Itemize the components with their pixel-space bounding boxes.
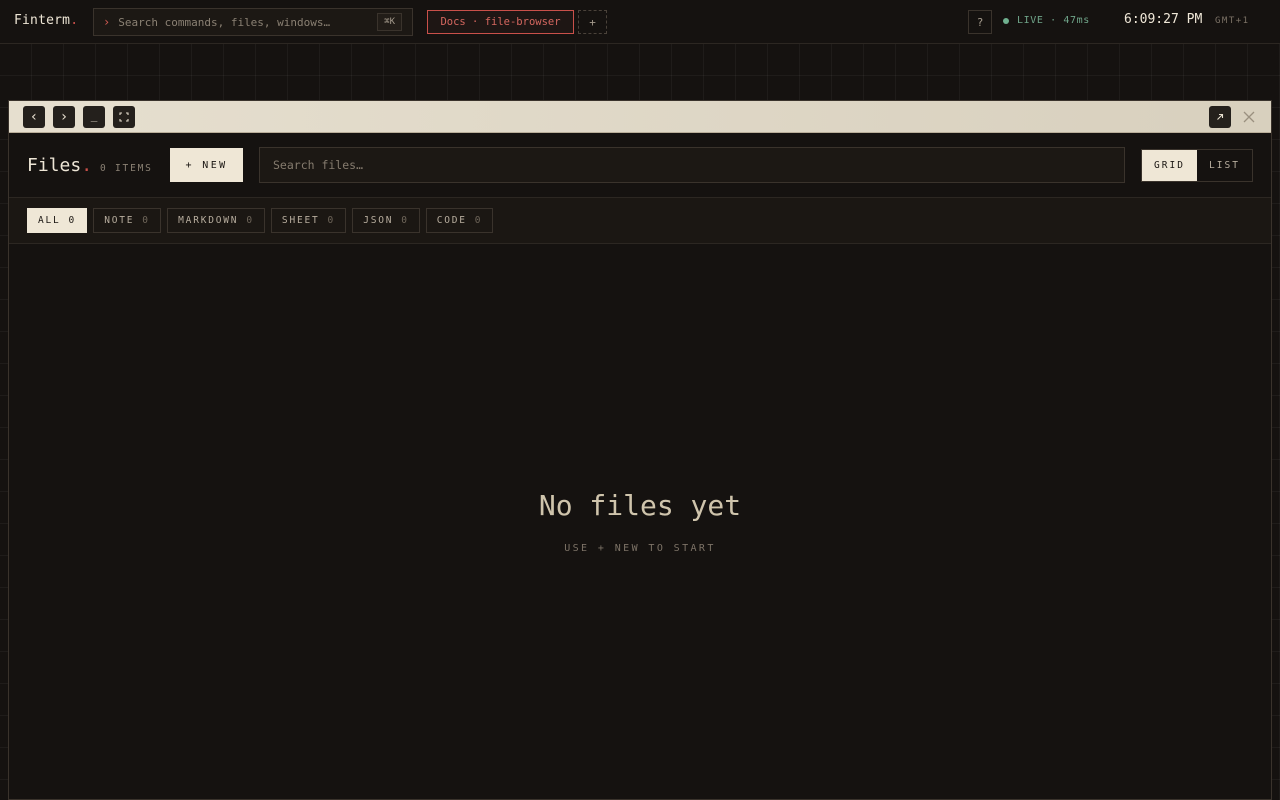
add-tab-button[interactable]: + [578, 10, 607, 34]
help-button[interactable]: ? [968, 10, 992, 34]
filter-note[interactable]: NOTE 0 [93, 208, 161, 233]
file-browser-window: ‹ › _ Files. 0 ITEMS + NEW Search files…… [8, 100, 1272, 800]
empty-state-subtitle: USE + NEW TO START [564, 543, 716, 554]
filter-bar: ALL 0 NOTE 0 MARKDOWN 0 SHEET 0 JSON 0 CODE 0 [9, 198, 1271, 244]
list-view-button[interactable]: LIST [1197, 150, 1252, 181]
filter-markdown[interactable]: MARKDOWN 0 [167, 208, 265, 233]
files-header: Files. 0 ITEMS + NEW GRID LIST [9, 133, 1271, 198]
brand-logo[interactable]: Finterm. [14, 13, 78, 28]
filter-code[interactable]: CODE 0 [426, 208, 493, 233]
filter-json[interactable]: JSON 0 [352, 208, 420, 233]
new-file-button[interactable]: + NEW [170, 148, 243, 182]
chevron-right-icon: › [59, 109, 69, 125]
minimize-icon: _ [90, 108, 98, 122]
maximize-button[interactable] [113, 106, 135, 128]
back-button[interactable]: ‹ [23, 106, 45, 128]
prompt-chevron-icon: › [103, 15, 111, 29]
window-titlebar[interactable]: ‹ › _ [9, 101, 1271, 133]
close-icon [1243, 111, 1255, 123]
grid-view-button[interactable]: GRID [1142, 150, 1197, 181]
empty-state-title: No files yet [538, 489, 742, 522]
live-status-text: LIVE · 47ms [1017, 15, 1090, 26]
command-placeholder: Search commands, files, windows… [118, 15, 331, 29]
forward-button[interactable]: › [53, 106, 75, 128]
item-count: 0 ITEMS [100, 163, 153, 174]
maximize-icon [119, 112, 129, 122]
live-dot-icon [1003, 17, 1009, 24]
clock: 6:09:27 PM [1124, 12, 1203, 27]
command-palette-input[interactable]: › Search commands, files, windows… ⌘K [93, 8, 413, 36]
view-toggle: GRID LIST [1141, 149, 1253, 182]
chevron-left-icon: ‹ [29, 109, 39, 125]
tab-docs-file-browser[interactable]: Docs · file-browser [427, 10, 574, 34]
shortcut-badge: ⌘K [377, 13, 402, 31]
minimize-button[interactable]: _ [83, 106, 105, 128]
filter-all[interactable]: ALL 0 [27, 208, 87, 233]
live-status: LIVE · 47ms [1003, 15, 1090, 26]
popout-button[interactable] [1209, 106, 1231, 128]
search-files-input[interactable] [259, 147, 1125, 183]
top-bar: Finterm. › Search commands, files, windo… [0, 0, 1280, 44]
filter-sheet[interactable]: SHEET 0 [271, 208, 346, 233]
close-button[interactable] [1239, 107, 1259, 127]
timezone-label: GMT+1 [1215, 16, 1250, 26]
arrow-up-right-icon [1217, 113, 1224, 120]
page-title: Files. [27, 155, 93, 176]
